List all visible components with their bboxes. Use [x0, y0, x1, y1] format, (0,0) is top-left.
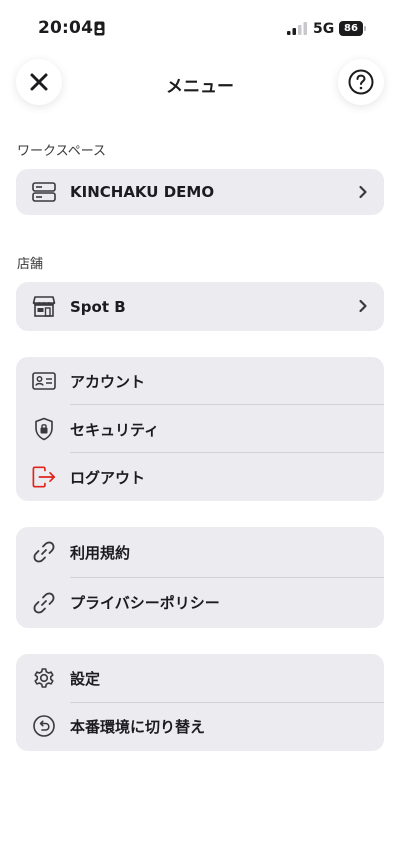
status-bar: 20:04 5G 86	[0, 0, 400, 56]
account-card: アカウント セキュリティ ログアウト	[16, 357, 384, 501]
store-card: Spot B	[16, 282, 384, 331]
chevron-right-icon	[359, 185, 367, 199]
menu-item-label: 本番環境に切り替え	[70, 718, 206, 736]
workspace-row[interactable]: KINCHAKU DEMO	[16, 169, 384, 215]
workspace-card: KINCHAKU DEMO	[16, 169, 384, 215]
battery-level: 86	[339, 21, 363, 36]
status-time: 20:04	[38, 18, 94, 38]
undo-circle-icon	[32, 714, 56, 738]
menu-item-label: アカウント	[70, 372, 146, 391]
menu-item-settings[interactable]: 設定	[16, 654, 384, 702]
store-section-label: 店舗	[17, 257, 44, 272]
menu-item-privacy[interactable]: プライバシーポリシー	[16, 577, 384, 628]
server-icon	[32, 180, 56, 204]
shield-lock-icon	[32, 417, 56, 441]
store-icon	[32, 294, 56, 318]
menu-item-label: セキュリティ	[70, 420, 160, 439]
settings-card: 設定 本番環境に切り替え	[16, 654, 384, 751]
menu-item-account[interactable]: アカウント	[16, 357, 384, 405]
store-row[interactable]: Spot B	[16, 282, 384, 331]
menu-item-label: 設定	[70, 669, 101, 688]
link-icon	[32, 540, 56, 564]
store-name: Spot B	[70, 297, 126, 316]
battery-icon: 86	[339, 21, 367, 36]
help-icon	[348, 69, 374, 95]
menu-item-logout[interactable]: ログアウト	[16, 453, 384, 501]
menu-item-label: 利用規約	[70, 543, 131, 562]
help-button[interactable]	[338, 59, 384, 105]
workspace-section-label: ワークスペース	[17, 144, 107, 159]
battery-tip	[364, 26, 366, 31]
chevron-right-icon	[359, 299, 367, 313]
id-badge-icon	[94, 21, 105, 36]
gear-icon	[32, 666, 56, 690]
id-card-icon	[32, 369, 56, 393]
legal-card: 利用規約 プライバシーポリシー	[16, 527, 384, 628]
menu-item-label: プライバシーポリシー	[70, 594, 220, 612]
menu-item-terms[interactable]: 利用規約	[16, 527, 384, 577]
logout-icon	[32, 465, 56, 489]
menu-item-security[interactable]: セキュリティ	[16, 405, 384, 453]
workspace-name: KINCHAKU DEMO	[70, 183, 215, 201]
network-type: 5G	[313, 21, 335, 37]
link-icon	[32, 591, 56, 615]
signal-icon	[287, 22, 307, 35]
menu-item-label: ログアウト	[70, 468, 146, 487]
menu-item-switch-env[interactable]: 本番環境に切り替え	[16, 702, 384, 751]
